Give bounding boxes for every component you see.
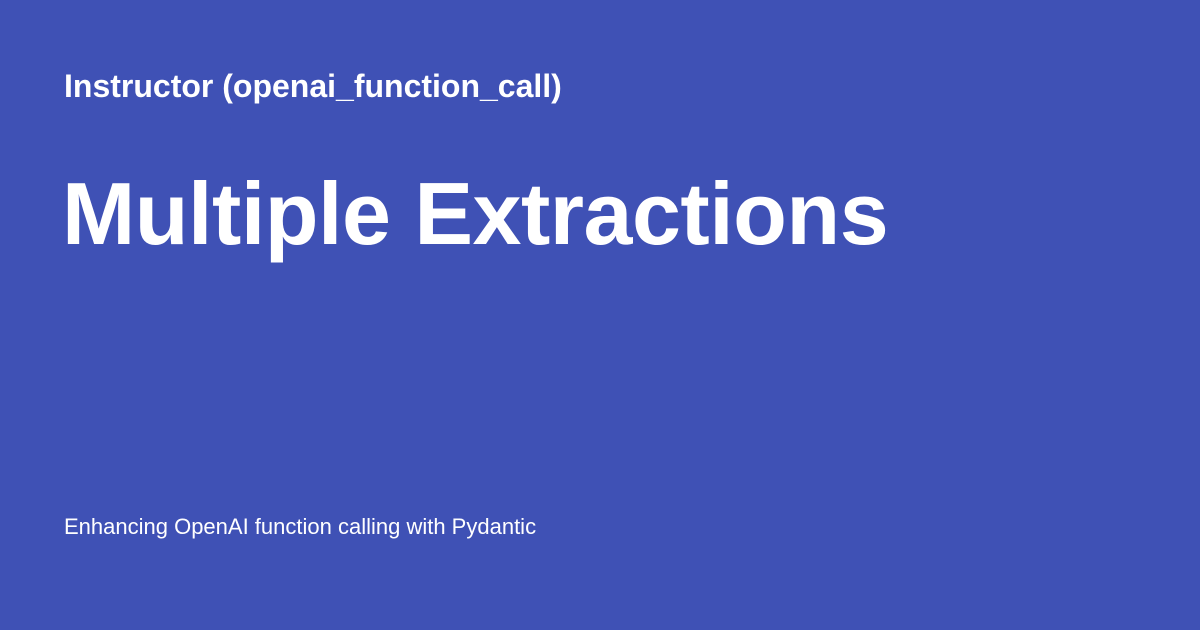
page-title: Multiple Extractions xyxy=(62,164,889,263)
page-description: Enhancing OpenAI function calling with P… xyxy=(64,514,537,539)
site-name: Instructor (openai_function_call) xyxy=(64,68,562,104)
social-card: Instructor (openai_function_call) Multip… xyxy=(0,0,1200,630)
